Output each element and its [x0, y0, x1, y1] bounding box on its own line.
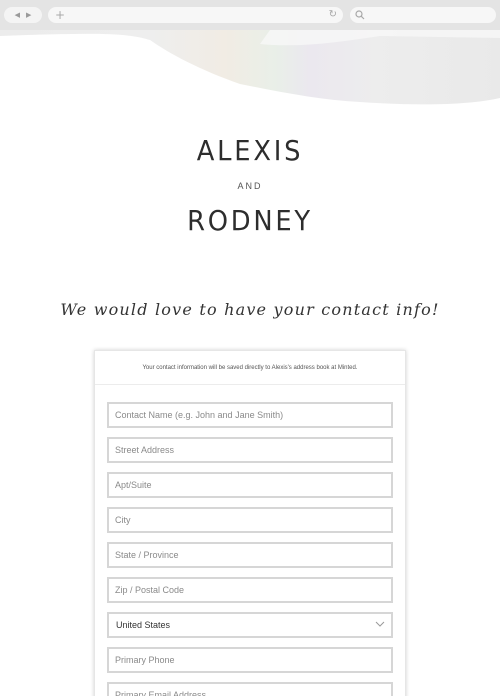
address-bar[interactable]: + ↻	[48, 7, 343, 23]
form-note: Your contact information will be saved d…	[95, 351, 405, 385]
chevron-down-icon	[375, 621, 385, 627]
phone-input[interactable]	[109, 649, 391, 671]
search-icon	[355, 10, 365, 20]
apt-suite-input[interactable]	[109, 474, 391, 496]
email-input[interactable]	[109, 684, 391, 696]
state-input[interactable]	[109, 544, 391, 566]
contact-form-card: Your contact information will be saved d…	[94, 350, 406, 696]
new-tab-icon[interactable]: +	[55, 7, 65, 23]
street-address-input[interactable]	[109, 439, 391, 461]
tagline: We would love to have your contact info!	[60, 300, 440, 319]
contact-name-input[interactable]	[109, 404, 391, 426]
conjunction-text: AND	[237, 181, 263, 191]
nav-buttons: ◀ ▶	[4, 7, 42, 23]
street-address-field	[107, 437, 393, 463]
city-input[interactable]	[109, 509, 391, 531]
watercolor-banner	[0, 30, 500, 105]
country-select-value: United States	[116, 620, 171, 630]
zip-field	[107, 577, 393, 603]
browser-search-bar[interactable]	[350, 7, 496, 23]
page: ALEXIS AND RODNEY We would love to have …	[0, 30, 500, 696]
phone-field	[107, 647, 393, 673]
reload-icon[interactable]: ↻	[329, 7, 337, 23]
forward-icon[interactable]: ▶	[26, 12, 31, 19]
email-field	[107, 682, 393, 696]
apt-suite-field	[107, 472, 393, 498]
state-field	[107, 542, 393, 568]
country-select[interactable]: United States	[107, 612, 393, 638]
back-icon[interactable]: ◀	[15, 12, 20, 19]
contact-name-field	[107, 402, 393, 428]
couple-name-second: RODNEY	[187, 204, 313, 237]
city-field	[107, 507, 393, 533]
zip-input[interactable]	[109, 579, 391, 601]
couple-name-first: ALEXIS	[196, 134, 304, 167]
browser-chrome: ◀ ▶ + ↻	[0, 0, 500, 30]
